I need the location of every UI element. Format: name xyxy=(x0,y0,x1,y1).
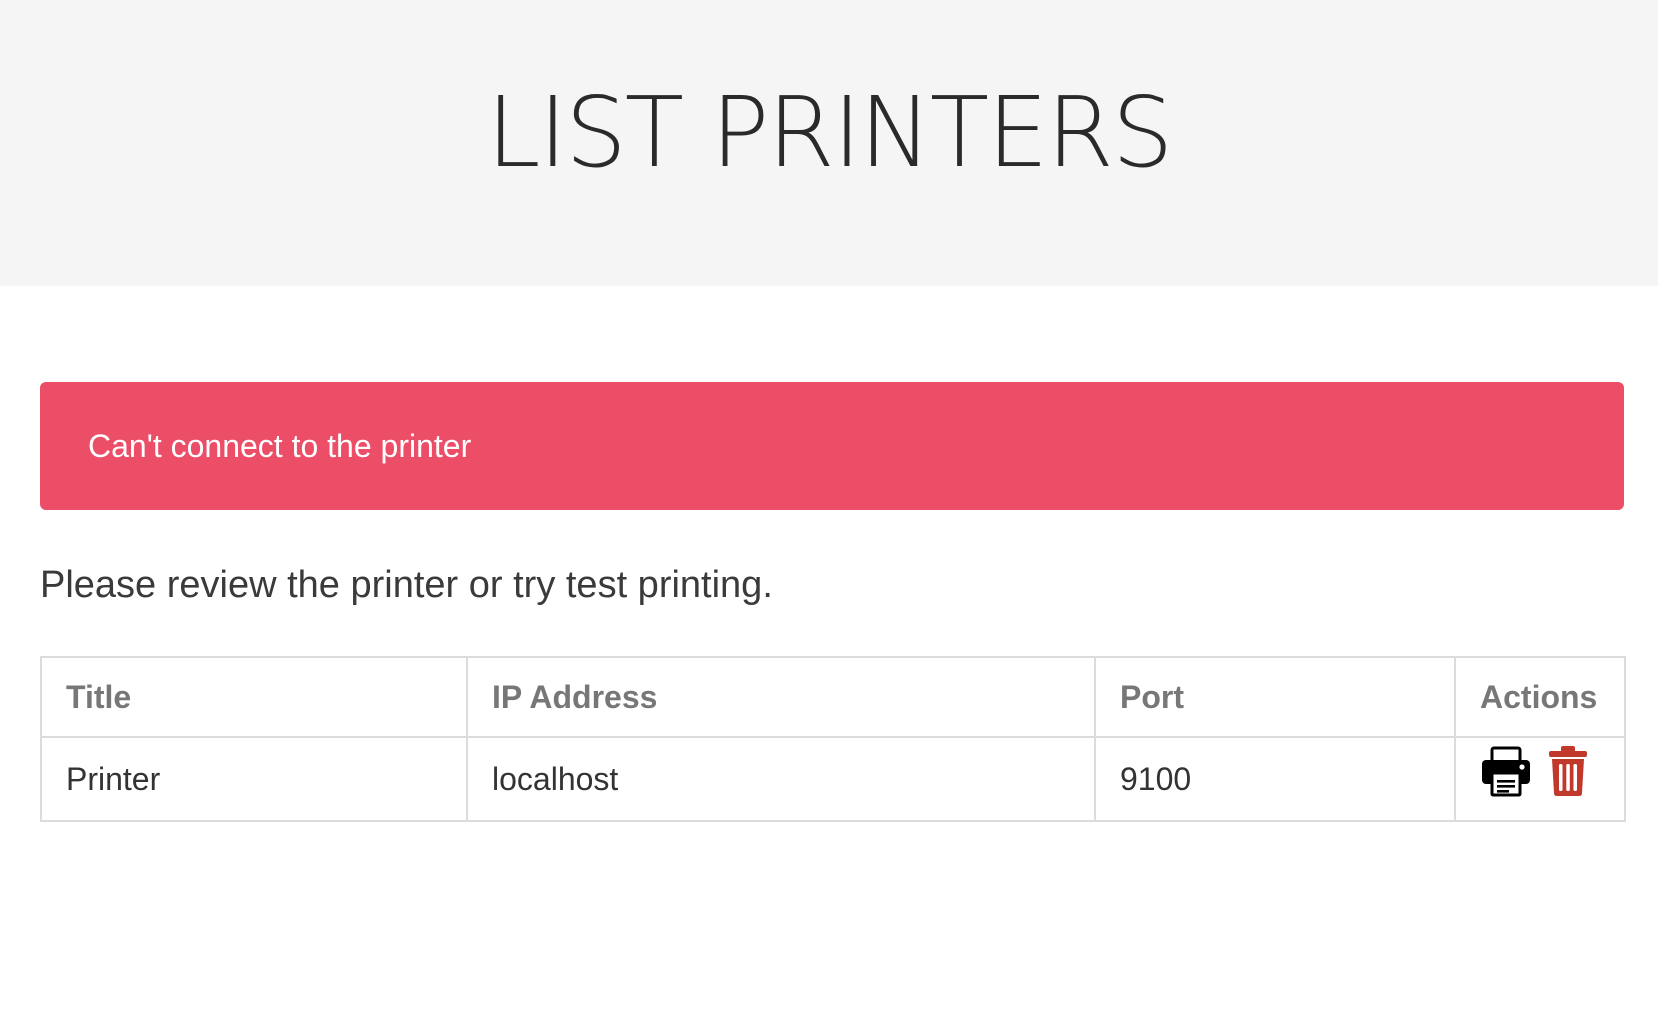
page-title: LIST PRINTERS xyxy=(486,76,1174,189)
delete-button[interactable] xyxy=(1547,745,1589,805)
test-print-button[interactable] xyxy=(1480,745,1532,805)
page-header: LIST PRINTERS xyxy=(0,0,1658,286)
error-alert: Can't connect to the printer xyxy=(40,382,1624,510)
table-header-row: Title IP Address Port Actions xyxy=(40,656,1626,738)
column-header-title: Title xyxy=(40,656,468,738)
table-row: Printer localhost 9100 xyxy=(40,736,1626,822)
column-header-actions: Actions xyxy=(1454,656,1626,738)
printer-ip-cell: localhost xyxy=(466,736,1096,822)
alert-message: Can't connect to the printer xyxy=(88,428,472,464)
printers-table: Title IP Address Port Actions Printer lo… xyxy=(40,656,1626,822)
print-icon xyxy=(1482,746,1530,797)
trash-icon xyxy=(1548,746,1587,796)
intro-text: Please review the printer or try test pr… xyxy=(40,564,773,606)
printer-port-cell: 9100 xyxy=(1094,736,1456,822)
printer-actions-cell xyxy=(1454,736,1626,822)
printer-title-cell: Printer xyxy=(40,736,468,822)
column-header-ip-address: IP Address xyxy=(466,656,1096,738)
column-header-port: Port xyxy=(1094,656,1456,738)
